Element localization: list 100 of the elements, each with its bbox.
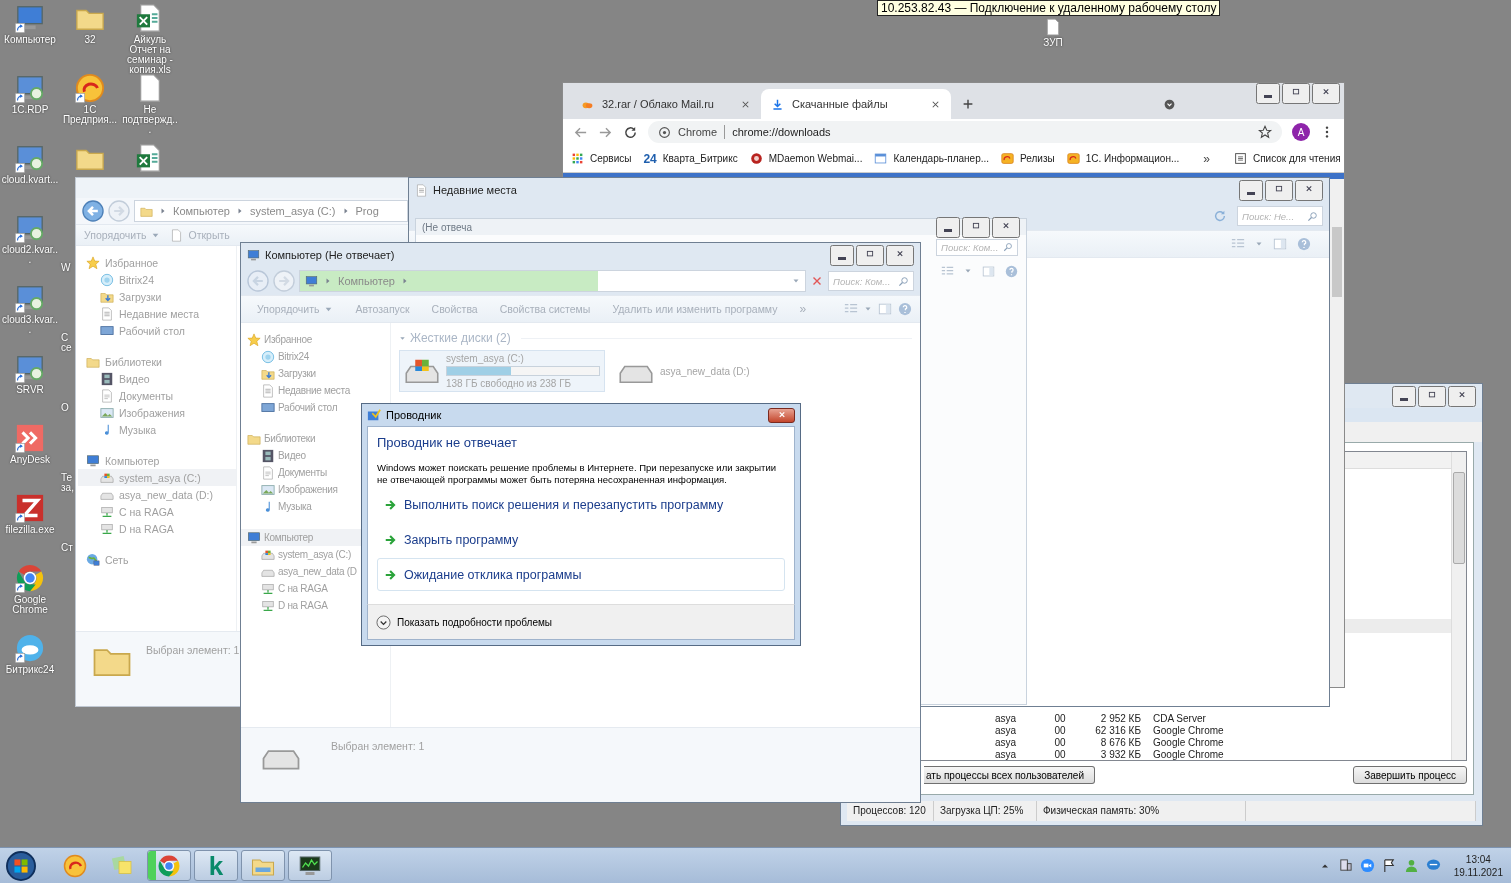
close-button[interactable] xyxy=(886,244,914,266)
desktop-icon-label[interactable]: 1C.RDP xyxy=(1,105,59,115)
desktop-icon-label[interactable]: Компьютер xyxy=(1,35,59,45)
address-bar[interactable]: Компьютер xyxy=(299,270,806,292)
desktop-icon-label[interactable]: Битрикс24 xyxy=(1,665,59,675)
minimize-button[interactable] xyxy=(936,216,960,238)
camera-icon[interactable] xyxy=(1359,858,1375,873)
details-toggle[interactable]: Показать подробности проблемы xyxy=(376,614,553,630)
search-field[interactable]: Поиск: Ком... xyxy=(936,238,1018,256)
reading-list-button[interactable]: Список для чтения xyxy=(1233,152,1341,165)
bookmark[interactable]: Сервисы xyxy=(571,152,632,165)
desktop-icon-label[interactable]: Айкуль Отчет на семинар - копия.xls xyxy=(121,35,179,75)
nav-item[interactable]: asya_new_data (D:) xyxy=(86,486,236,503)
desktop-icon-label[interactable]: ЗУП xyxy=(1024,38,1082,48)
desktop-icon-label[interactable]: 32 xyxy=(61,35,119,45)
blank-page-icon[interactable] xyxy=(1044,18,1062,36)
show-all-processes-button[interactable]: ать процессы всех пользователей xyxy=(924,766,1095,784)
taskbar-button[interactable]: k xyxy=(194,850,238,881)
browser-tab[interactable]: 32.rar / Облако Mail.ru xyxy=(571,89,761,119)
toolbar-button[interactable]: Упорядочить xyxy=(80,229,165,241)
nav-item[interactable]: C на RAGA xyxy=(86,503,236,520)
scrollbar[interactable] xyxy=(1451,452,1466,760)
more-bookmarks-button[interactable]: » xyxy=(1203,151,1210,166)
more-button[interactable]: » xyxy=(791,302,815,316)
nav-item[interactable]: Загрузки xyxy=(247,365,390,382)
close-button[interactable] xyxy=(1312,83,1340,104)
search-field[interactable]: Поиск: Ком... xyxy=(828,271,914,291)
command-link[interactable]: Выполнить поиск решения и перезапустить программу xyxy=(377,488,785,521)
remote-desktop-icon[interactable] xyxy=(15,213,45,243)
minimize-button[interactable] xyxy=(830,244,854,266)
nav-item[interactable]: Рабочий стол xyxy=(86,322,236,339)
toolbar-button[interactable]: Автозапуск xyxy=(347,303,418,315)
minimize-button[interactable] xyxy=(1392,385,1416,407)
minimize-button[interactable] xyxy=(1239,179,1263,201)
address-bar[interactable]: Chrome chrome://downloads xyxy=(648,121,1282,143)
browser-tab[interactable]: Скачанные файлы xyxy=(761,89,951,119)
breadcrumb-item[interactable]: system_asya (C:) xyxy=(249,205,336,217)
nav-item[interactable]: Избранное xyxy=(247,331,390,348)
breadcrumb-item[interactable]: Компьютер xyxy=(173,205,230,217)
toolbar-button[interactable]: Свойства системы xyxy=(491,303,599,315)
command-link[interactable]: Ожидание отклика программы xyxy=(377,558,785,591)
close-button[interactable] xyxy=(1295,179,1323,201)
search-field[interactable]: Поиск: Не... xyxy=(1237,206,1323,226)
cloud-icon[interactable] xyxy=(15,633,45,663)
close-button[interactable] xyxy=(1448,385,1476,407)
desktop-icon-label[interactable]: Google Chrome xyxy=(1,595,59,615)
drive-tile[interactable]: system_asya (C:) 138 ГБ свободно из 238 ГБ xyxy=(399,350,605,392)
minimize-button[interactable] xyxy=(1256,83,1280,104)
address-bar[interactable]: Компьютер system_asya (C:) Prog xyxy=(134,200,408,222)
nav-item[interactable]: Документы xyxy=(86,387,236,404)
maximize-button[interactable] xyxy=(856,244,884,266)
bookmark[interactable]: 24 Кварта_Битрикс xyxy=(643,151,738,166)
back-button-icon[interactable] xyxy=(82,200,104,222)
remote-desktop-icon[interactable] xyxy=(15,143,45,173)
desktop-icon-label[interactable]: Ст xyxy=(60,543,75,553)
nav-item[interactable]: Сеть xyxy=(86,551,236,568)
scrollbar[interactable] xyxy=(1330,179,1344,687)
clock[interactable]: 13:04 19.11.2021 xyxy=(1453,852,1503,879)
remote-desktop-icon[interactable] xyxy=(15,283,45,313)
breadcrumb-item[interactable]: Prog xyxy=(355,205,379,217)
taskbar-button[interactable] xyxy=(288,850,332,881)
desktop-icon-label[interactable]: cloud2.kvar... xyxy=(1,245,59,265)
bookmark[interactable]: Календарь-планер... xyxy=(874,152,990,165)
device-icon[interactable] xyxy=(1337,858,1353,873)
close-button[interactable] xyxy=(768,407,795,423)
desktop-icon-label[interactable]: Те за, xyxy=(60,473,75,493)
desktop-icon-label[interactable]: SRVR xyxy=(1,385,59,395)
desktop-icon-label[interactable]: 1С Предприя... xyxy=(61,105,119,125)
desktop-icon-label[interactable]: С се xyxy=(60,333,75,353)
nav-item[interactable]: Компьютер xyxy=(86,452,236,469)
desktop-icon-label[interactable]: AnyDesk xyxy=(1,455,59,465)
nav-item[interactable]: Недавние места xyxy=(247,382,390,399)
nav-item[interactable]: Библиотеки xyxy=(86,353,236,370)
start-orb-icon[interactable] xyxy=(6,850,36,881)
nav-item[interactable]: Bitrix24 xyxy=(247,348,390,365)
maximize-button[interactable] xyxy=(1282,83,1310,104)
desktop-icon-label[interactable]: Не подтвержд... xyxy=(121,105,179,135)
maximize-button[interactable] xyxy=(1265,179,1293,201)
breadcrumb-item[interactable]: Компьютер xyxy=(338,275,395,287)
remote-desktop-icon[interactable] xyxy=(15,73,45,103)
bookmark-star-icon[interactable] xyxy=(1258,125,1272,139)
drive-tile[interactable]: asya_new_data (D:) xyxy=(613,350,819,392)
desktop-icon-label[interactable]: W xyxy=(60,263,75,273)
desktop-icon-label[interactable]: filezilla.exe xyxy=(1,525,59,535)
plus-icon[interactable] xyxy=(961,97,975,111)
end-process-button[interactable]: Завершить процесс xyxy=(1353,766,1467,784)
bookmark[interactable]: 1С. Информацион... xyxy=(1066,152,1180,165)
maximize-button[interactable] xyxy=(1418,385,1446,407)
group-heading[interactable]: Жесткие диски (2) xyxy=(410,331,511,345)
toolbar-button[interactable]: Удалить или изменить программу xyxy=(604,303,786,315)
bookmark[interactable]: Релизы xyxy=(1001,152,1055,165)
bookmark[interactable]: MDaemon Webmai... xyxy=(749,152,863,165)
maximize-button[interactable] xyxy=(962,216,990,238)
nav-item[interactable]: Видео xyxy=(86,370,236,387)
nav-item[interactable]: Изображения xyxy=(86,404,236,421)
toolbar-button[interactable]: Свойства xyxy=(423,303,486,315)
close-button[interactable] xyxy=(992,216,1020,238)
remote-desktop-icon[interactable] xyxy=(15,353,45,383)
nav-item[interactable]: D на RAGA xyxy=(86,520,236,537)
toolbar-button[interactable]: Открыть xyxy=(166,228,234,242)
